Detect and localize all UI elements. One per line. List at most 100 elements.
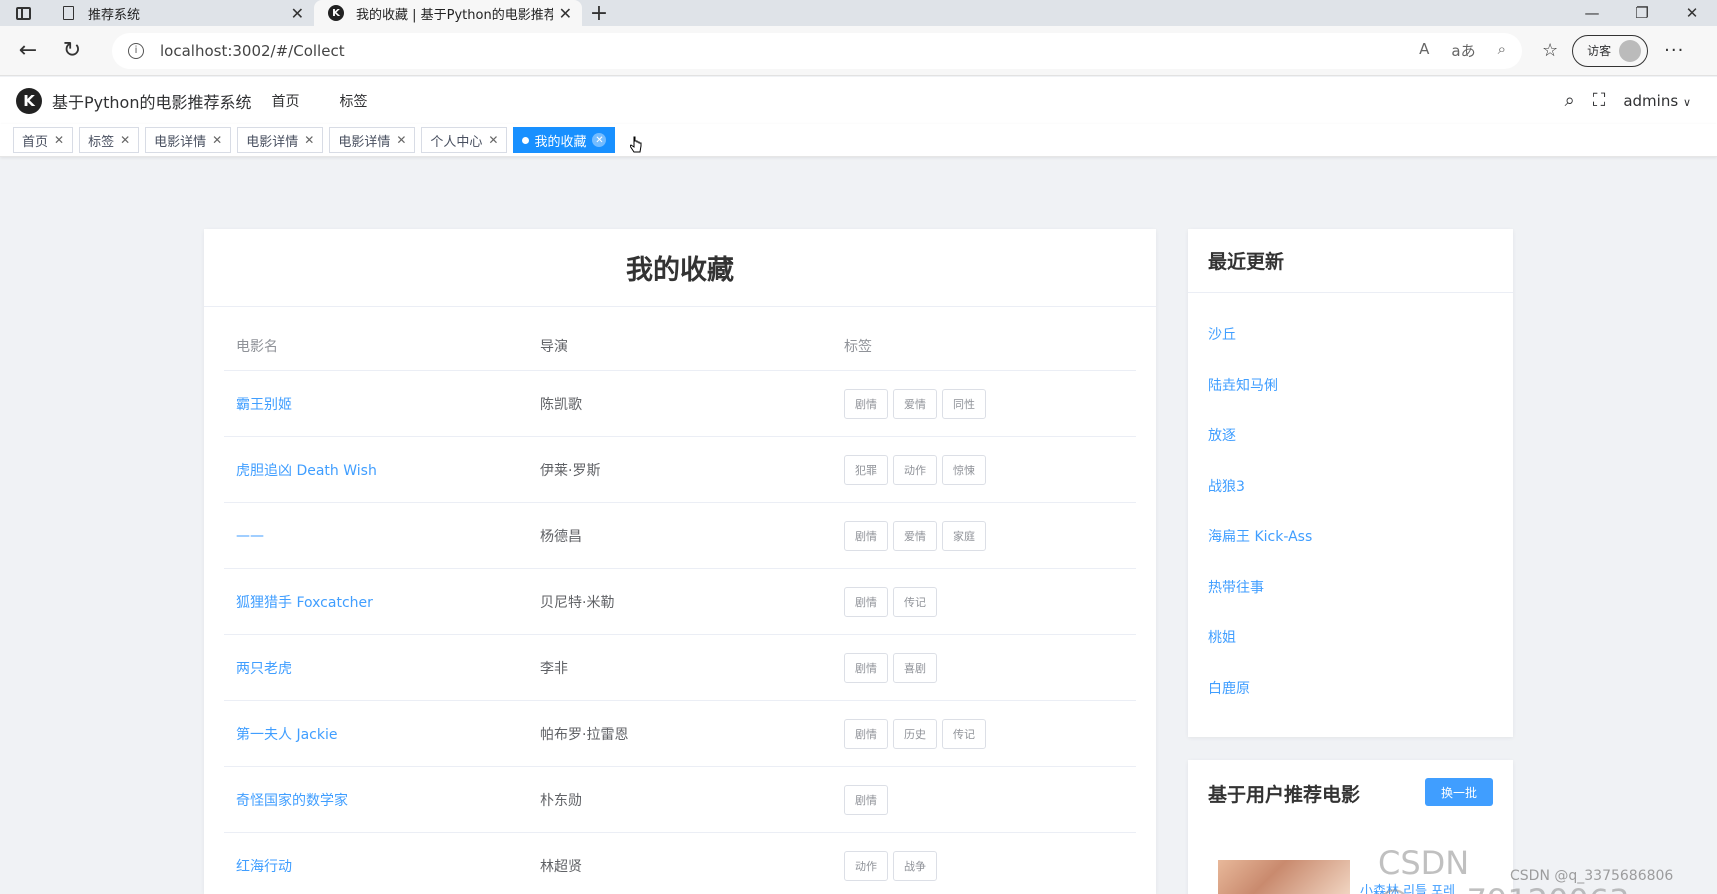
recent-item[interactable]: 陆垚知马俐 <box>1208 360 1513 411</box>
movie-link[interactable]: 红海行动 <box>236 859 292 875</box>
genre-tag[interactable]: 惊悚 <box>942 454 986 485</box>
recent-item[interactable]: 沙丘 <box>1208 309 1513 360</box>
movie-link[interactable]: —— <box>236 528 264 544</box>
director-cell: 杨德昌 <box>540 528 582 545</box>
genre-tag[interactable]: 爱情 <box>893 520 937 551</box>
chevron-down-icon: ∨ <box>1682 95 1691 109</box>
fullscreen-icon[interactable]: ⛶ <box>1593 90 1606 111</box>
genre-tag[interactable]: 传记 <box>893 586 937 617</box>
director-cell: 帕布罗·拉雷恩 <box>540 726 629 743</box>
movie-poster[interactable] <box>1218 860 1350 894</box>
nav-tags[interactable]: 标签 <box>339 91 367 111</box>
genre-tag[interactable]: 动作 <box>893 454 937 485</box>
browser-tab-1[interactable]: K 我的收藏 | 基于Python的电影推荐 ✕ <box>314 0 582 26</box>
genre-tag[interactable]: 传记 <box>942 718 986 749</box>
recent-item[interactable]: 桃姐 <box>1208 612 1513 663</box>
tags-view-item[interactable]: 电影详情 ✕ <box>329 127 416 153</box>
tags-cell: 剧情 爱情 家庭 <box>832 520 1136 551</box>
sidebar-toggle-icon[interactable] <box>0 0 46 26</box>
close-icon[interactable]: ✕ <box>592 133 607 147</box>
recent-title: 最近更新 <box>1188 229 1513 293</box>
translate-icon[interactable]: aあ <box>1451 40 1475 61</box>
tags-view-item[interactable]: 个人中心 ✕ <box>421 127 508 153</box>
recent-item[interactable]: 白鹿原 <box>1208 663 1513 714</box>
recommend-title: 基于用户推荐电影 换一批 <box>1188 760 1513 826</box>
genre-tag[interactable]: 剧情 <box>844 388 888 419</box>
refresh-icon[interactable]: ↻ <box>50 38 94 63</box>
table-row: 两只老虎 李非 剧情 喜剧 <box>224 635 1136 701</box>
tags-view-label: 首页 <box>22 134 49 150</box>
close-icon[interactable]: ✕ <box>396 133 406 147</box>
close-icon[interactable]: ✕ <box>212 133 222 147</box>
read-aloud-icon[interactable]: A <box>1419 40 1429 61</box>
nav-home[interactable]: 首页 <box>271 91 299 111</box>
minimize-icon[interactable]: — <box>1567 0 1617 26</box>
tags-view-item[interactable]: 电影详情 ✕ <box>237 127 324 153</box>
genre-tag[interactable]: 剧情 <box>844 718 888 749</box>
movie-link[interactable]: 虎胆追凶 Death Wish <box>236 463 377 479</box>
info-icon[interactable]: i <box>128 42 144 59</box>
close-window-icon[interactable]: ✕ <box>1667 0 1717 26</box>
table-row: 奇怪国家的数学家 朴东勋 剧情 <box>224 767 1136 833</box>
genre-tag[interactable]: 喜剧 <box>893 652 937 683</box>
movie-link[interactable]: 奇怪国家的数学家 <box>236 793 348 809</box>
back-icon[interactable]: ← <box>6 38 50 63</box>
user-menu[interactable]: admins ∨ <box>1623 92 1691 110</box>
genre-tag[interactable]: 历史 <box>893 718 937 749</box>
favorites-icon[interactable]: ☆ <box>1542 40 1558 61</box>
genre-tag[interactable]: 爱情 <box>893 388 937 419</box>
tags-cell: 动作 战争 <box>832 850 1136 881</box>
genre-tag[interactable]: 动作 <box>844 850 888 881</box>
restore-icon[interactable]: ❐ <box>1617 0 1667 26</box>
tags-view-item[interactable]: 标签 ✕ <box>79 127 140 153</box>
genre-tag[interactable]: 同性 <box>942 388 986 419</box>
genre-tag[interactable]: 剧情 <box>844 652 888 683</box>
close-icon[interactable]: ✕ <box>120 133 130 147</box>
tags-cell: 剧情 爱情 同性 <box>832 388 1136 419</box>
movie-link[interactable]: 狐狸猎手 Foxcatcher <box>236 595 373 611</box>
browser-tab-title: 推荐系统 <box>88 7 141 23</box>
genre-tag[interactable]: 战争 <box>893 850 937 881</box>
genre-tag[interactable]: 剧情 <box>844 520 888 551</box>
browser-tab-0[interactable]: 推荐系统 ✕ <box>46 0 314 26</box>
genre-tag[interactable]: 剧情 <box>844 784 888 815</box>
url-text[interactable]: localhost:3002/#/Collect <box>160 42 1419 60</box>
url-field[interactable]: i localhost:3002/#/Collect A aあ ⌕ <box>112 32 1522 69</box>
movie-name-cell: 第一夫人 Jackie <box>224 724 528 744</box>
close-icon[interactable]: ✕ <box>54 133 64 147</box>
tags-view-item[interactable]: 首页 ✕ <box>13 127 74 153</box>
browser-tab-title: 我的收藏 | 基于Python的电影推荐 <box>356 7 553 23</box>
window-controls: — ❐ ✕ <box>1567 0 1717 26</box>
movie-name-cell: 红海行动 <box>224 856 528 876</box>
director-cell: 朴东勋 <box>540 792 582 809</box>
zoom-icon[interactable]: ⌕ <box>1498 40 1506 61</box>
genre-tag[interactable]: 犯罪 <box>844 454 888 485</box>
collection-table: 电影名 导演 标签 霸王别姬 陈凯歌 剧情 爱情 同性 虎胆追凶 Death Wish 伊莱… <box>224 321 1136 894</box>
genre-tag[interactable]: 家庭 <box>942 520 986 551</box>
tags-view-item[interactable]: 电影详情 ✕ <box>145 127 232 153</box>
recent-item[interactable]: 放逐 <box>1208 410 1513 461</box>
close-tab-icon[interactable]: ✕ <box>291 4 304 23</box>
recent-list: 沙丘 陆垚知马俐 放逐 战狼3 海扁王 Kick-Ass 热带往事 桃姐 白鹿原 <box>1188 293 1513 713</box>
recent-item[interactable]: 战狼3 <box>1208 461 1513 512</box>
movie-link[interactable]: 第一夫人 Jackie <box>236 727 337 743</box>
new-tab-button[interactable]: + <box>582 0 616 26</box>
close-tab-icon[interactable]: ✕ <box>559 4 572 23</box>
more-icon[interactable]: ··· <box>1664 40 1684 61</box>
browser-tab-bar: 推荐系统 ✕ K 我的收藏 | 基于Python的电影推荐 ✕ + — ❐ ✕ <box>0 0 1717 26</box>
search-icon[interactable]: ⌕ <box>1565 90 1575 111</box>
username: admins <box>1623 91 1679 110</box>
profile-button[interactable]: 访客 <box>1572 34 1649 67</box>
genre-tag[interactable]: 剧情 <box>844 586 888 617</box>
site-logo-icon: K <box>328 5 344 21</box>
movie-link[interactable]: 两只老虎 <box>236 661 292 677</box>
close-icon[interactable]: ✕ <box>304 133 314 147</box>
movie-link[interactable]: 霸王别姬 <box>236 397 292 413</box>
recent-item[interactable]: 海扁王 Kick-Ass <box>1208 511 1513 562</box>
app-header: K 基于Python的电影推荐系统 首页 标签 ⌕ ⛶ admins ∨ <box>0 77 1717 124</box>
refresh-batch-button[interactable]: 换一批 <box>1424 778 1493 806</box>
close-icon[interactable]: ✕ <box>488 133 498 147</box>
recent-item[interactable]: 热带往事 <box>1208 562 1513 613</box>
director-cell: 李非 <box>540 660 568 677</box>
tags-view-item-active[interactable]: 我的收藏 ✕ <box>513 127 616 153</box>
